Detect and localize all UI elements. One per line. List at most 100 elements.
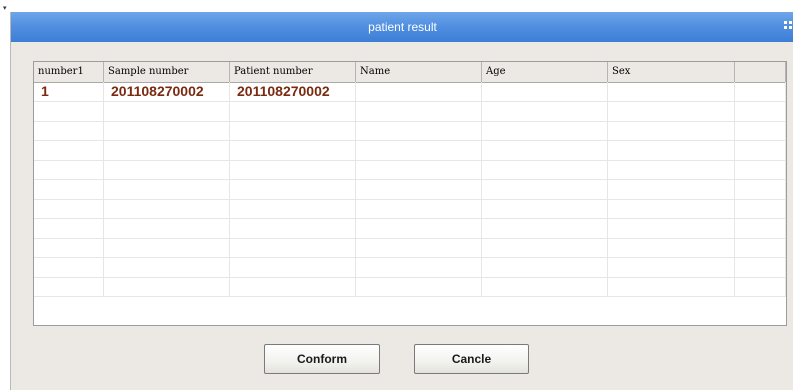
table-cell[interactable] (735, 179, 786, 199)
table-cell[interactable] (104, 199, 230, 218)
table-cell[interactable] (104, 101, 230, 121)
cancle-button[interactable]: Cancle (414, 344, 529, 374)
table-cell[interactable] (735, 277, 786, 296)
table-cell[interactable] (34, 160, 104, 179)
table-row[interactable] (34, 140, 786, 161)
table-cell[interactable] (104, 238, 230, 257)
table-cell[interactable] (34, 101, 104, 121)
table-cell[interactable] (230, 140, 356, 160)
table-cell[interactable] (735, 218, 786, 238)
conform-button[interactable]: Conform (264, 344, 380, 374)
column-header-name[interactable]: Name (356, 62, 482, 82)
table-cell[interactable] (608, 199, 735, 218)
table-cell[interactable] (482, 82, 608, 101)
table-row[interactable] (34, 218, 786, 239)
table-row[interactable] (34, 238, 786, 258)
table-cell[interactable]: 201108270002 (104, 82, 230, 101)
column-header-patient-number[interactable]: Patient number (230, 62, 356, 82)
table-cell[interactable]: 201108270002 (230, 82, 356, 101)
table-cell[interactable] (608, 160, 735, 179)
table-cell[interactable] (104, 121, 230, 140)
table-row[interactable]: 1 201108270002 201108270002 (34, 82, 786, 102)
results-table[interactable]: number1 Sample number Patient number Nam… (33, 61, 787, 326)
table-cell[interactable] (356, 140, 482, 160)
table-cell[interactable] (608, 257, 735, 277)
table-cell[interactable] (356, 101, 482, 121)
table-row[interactable] (34, 199, 786, 219)
table-cell[interactable] (356, 179, 482, 199)
table-cell[interactable] (735, 199, 786, 218)
table-cell[interactable] (356, 82, 482, 101)
table-cell[interactable] (608, 277, 735, 296)
table-cell[interactable] (608, 101, 735, 121)
table-cell[interactable] (482, 101, 608, 121)
table-cell[interactable] (482, 121, 608, 140)
column-header-number1[interactable]: number1 (34, 62, 104, 82)
grip-icon[interactable] (784, 21, 792, 31)
table-cell[interactable] (34, 199, 104, 218)
table-cell[interactable] (608, 121, 735, 140)
column-header-age[interactable]: Age (482, 62, 608, 82)
table-cell[interactable] (104, 179, 230, 199)
title-bar[interactable]: patient result (11, 12, 793, 42)
table-cell[interactable] (230, 121, 356, 140)
table-cell[interactable] (34, 238, 104, 257)
table-cell[interactable] (735, 140, 786, 160)
table-cell[interactable] (34, 179, 104, 199)
table-row[interactable] (34, 277, 786, 297)
table-cell[interactable]: 1 (34, 82, 104, 101)
table-cell[interactable] (104, 277, 230, 296)
table-cell[interactable] (735, 82, 786, 101)
table-cell[interactable] (356, 277, 482, 296)
table-row[interactable] (34, 101, 786, 122)
table-cell[interactable] (482, 179, 608, 199)
table-cell[interactable] (608, 238, 735, 257)
table-cell[interactable] (34, 121, 104, 140)
table-cell[interactable] (608, 218, 735, 238)
table-cell[interactable] (608, 140, 735, 160)
table-cell[interactable] (735, 257, 786, 277)
table-cell[interactable] (104, 160, 230, 179)
table-cell[interactable] (230, 277, 356, 296)
table-cell[interactable] (482, 257, 608, 277)
table-cell[interactable] (735, 160, 786, 179)
table-cell[interactable] (230, 179, 356, 199)
table-cell[interactable] (230, 218, 356, 238)
table-cell[interactable] (482, 199, 608, 218)
table-cell[interactable] (482, 238, 608, 257)
table-cell[interactable] (482, 140, 608, 160)
table-row[interactable] (34, 257, 786, 278)
table-cell[interactable] (608, 179, 735, 199)
table-cell[interactable] (735, 238, 786, 257)
column-header-sex[interactable]: Sex (608, 62, 735, 82)
table-cell[interactable] (34, 218, 104, 238)
table-cell[interactable] (482, 160, 608, 179)
column-header-extra[interactable] (735, 62, 786, 82)
column-header-sample-number[interactable]: Sample number (104, 62, 230, 82)
table-cell[interactable] (356, 238, 482, 257)
table-row[interactable] (34, 121, 786, 141)
table-cell[interactable] (34, 257, 104, 277)
table-row[interactable] (34, 160, 786, 180)
table-cell[interactable] (230, 257, 356, 277)
table-row[interactable] (34, 179, 786, 200)
table-cell[interactable] (356, 218, 482, 238)
table-cell[interactable] (104, 218, 230, 238)
table-cell[interactable] (104, 257, 230, 277)
table-cell[interactable] (735, 101, 786, 121)
table-cell[interactable] (482, 277, 608, 296)
table-cell[interactable] (735, 121, 786, 140)
table-cell[interactable] (356, 199, 482, 218)
table-cell[interactable] (34, 277, 104, 296)
table-cell[interactable] (608, 82, 735, 101)
table-cell[interactable] (104, 140, 230, 160)
table-cell[interactable] (230, 238, 356, 257)
table-cell[interactable] (356, 257, 482, 277)
table-cell[interactable] (356, 121, 482, 140)
table-cell[interactable] (356, 160, 482, 179)
table-cell[interactable] (482, 218, 608, 238)
table-cell[interactable] (230, 101, 356, 121)
table-cell[interactable] (230, 160, 356, 179)
table-cell[interactable] (230, 199, 356, 218)
table-cell[interactable] (34, 140, 104, 160)
